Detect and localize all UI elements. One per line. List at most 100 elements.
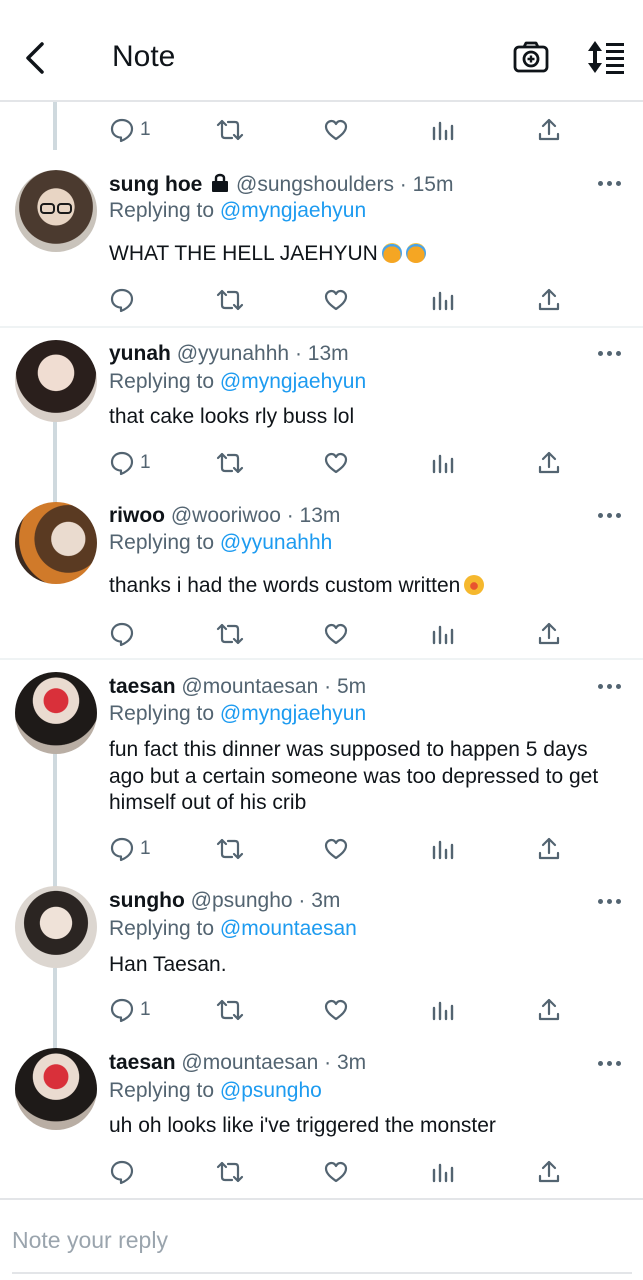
replying-to: Replying to @myngjaehyun <box>109 701 366 727</box>
display-name[interactable]: sungho <box>109 889 185 912</box>
heart-icon <box>324 452 348 474</box>
retweet-icon <box>216 452 244 474</box>
retweet-button[interactable] <box>216 283 244 317</box>
share-button[interactable] <box>537 283 561 317</box>
like-button[interactable] <box>323 993 349 1027</box>
replying-to-handle[interactable]: @yyunahhh <box>220 531 332 554</box>
avatar[interactable] <box>15 886 97 968</box>
retweet-button[interactable] <box>216 1155 244 1189</box>
like-button[interactable] <box>323 617 349 651</box>
action-bar: 1 <box>0 832 643 866</box>
replying-to: Replying to @yyunahhh <box>109 530 332 556</box>
share-icon <box>538 118 560 141</box>
timestamp: · 3m <box>298 889 341 912</box>
user-handle[interactable]: @wooriwoo <box>171 504 281 527</box>
share-button[interactable] <box>537 1155 561 1189</box>
replying-to-handle[interactable]: @mountaesan <box>220 917 357 940</box>
tweet[interactable]: taesan @mountaesan · 3m Replying to @psu… <box>0 1036 643 1196</box>
avatar[interactable] <box>15 1048 97 1130</box>
reply-button[interactable] <box>109 1155 140 1189</box>
share-button[interactable] <box>537 993 561 1027</box>
retweet-button[interactable] <box>216 113 244 147</box>
comment-icon <box>110 622 134 647</box>
bar-chart-icon <box>432 840 454 860</box>
tweet[interactable]: sungho @psungho · 3m Replying to @mounta… <box>0 874 643 1034</box>
like-button[interactable] <box>323 1155 349 1189</box>
views-button[interactable] <box>431 446 455 480</box>
like-button[interactable] <box>323 283 349 317</box>
views-button[interactable] <box>431 283 455 317</box>
action-bar <box>0 283 643 317</box>
tweet-header: taesan @mountaesan · 3m <box>109 1050 366 1076</box>
views-button[interactable] <box>431 1155 455 1189</box>
tweet[interactable]: taesan @mountaesan · 5m Replying to @myn… <box>0 660 643 872</box>
display-name[interactable]: yunah <box>109 342 171 365</box>
retweet-button[interactable] <box>216 993 244 1027</box>
sort-button[interactable] <box>584 38 628 76</box>
action-bar <box>0 1155 643 1189</box>
action-bar: 1 <box>0 446 643 480</box>
tweet[interactable]: sung hoe @sungshoulders · 15m Replying t… <box>0 160 643 326</box>
more-options-button[interactable] <box>597 1059 623 1069</box>
page-title: Note <box>112 40 176 73</box>
display-name[interactable]: taesan <box>109 1051 176 1074</box>
reply-button[interactable]: 1 <box>109 832 151 866</box>
replying-to-handle[interactable]: @myngjaehyun <box>220 370 366 393</box>
views-button[interactable] <box>431 832 455 866</box>
replying-to-handle[interactable]: @myngjaehyun <box>220 702 366 725</box>
views-button[interactable] <box>431 617 455 651</box>
avatar[interactable] <box>15 340 97 422</box>
retweet-button[interactable] <box>216 832 244 866</box>
like-button[interactable] <box>323 446 349 480</box>
replying-to-handle[interactable]: @myngjaehyun <box>220 199 366 222</box>
reply-button[interactable]: 1 <box>109 993 151 1027</box>
more-options-button[interactable] <box>597 179 623 189</box>
more-options-button[interactable] <box>597 897 623 907</box>
user-handle[interactable]: @mountaesan <box>181 675 318 698</box>
views-button[interactable] <box>431 113 455 147</box>
camera-button[interactable] <box>512 38 550 76</box>
user-handle[interactable]: @sungshoulders <box>236 173 394 196</box>
user-handle[interactable]: @psungho <box>191 889 293 912</box>
reply-count: 1 <box>140 838 151 859</box>
share-button[interactable] <box>537 832 561 866</box>
timestamp: · 5m <box>324 675 367 698</box>
replying-to-label: Replying to <box>109 370 215 393</box>
tweet[interactable]: riwoo @wooriwoo · 13m Replying to @yyuna… <box>0 490 643 658</box>
reply-button[interactable] <box>109 283 140 317</box>
reply-button[interactable]: 1 <box>109 113 151 147</box>
share-icon <box>538 1160 560 1183</box>
glasses-icon <box>40 203 72 214</box>
back-button[interactable] <box>18 38 52 78</box>
avatar[interactable] <box>15 170 97 252</box>
tweet[interactable]: yunah @yyunahhh · 13m Replying to @myngj… <box>0 328 643 488</box>
reply-button[interactable]: 1 <box>109 446 151 480</box>
share-button[interactable] <box>537 446 561 480</box>
share-button[interactable] <box>537 617 561 651</box>
bar-chart-icon <box>432 1163 454 1183</box>
views-button[interactable] <box>431 993 455 1027</box>
reply-button[interactable] <box>109 617 140 651</box>
display-name[interactable]: taesan <box>109 675 176 698</box>
share-button[interactable] <box>537 113 561 147</box>
tweet-header: taesan @mountaesan · 5m <box>109 674 366 700</box>
reply-input[interactable] <box>12 1220 612 1260</box>
avatar[interactable] <box>15 672 97 754</box>
like-button[interactable] <box>323 113 349 147</box>
user-handle[interactable]: @yyunahhh <box>177 342 289 365</box>
display-name[interactable]: riwoo <box>109 504 165 527</box>
replying-to-handle[interactable]: @psungho <box>220 1079 322 1102</box>
retweet-button[interactable] <box>216 617 244 651</box>
display-name[interactable]: sung hoe <box>109 173 202 196</box>
user-handle[interactable]: @mountaesan <box>181 1051 318 1074</box>
more-options-button[interactable] <box>597 682 623 692</box>
reply-composer <box>0 1198 643 1280</box>
lock-icon <box>212 173 229 192</box>
retweet-button[interactable] <box>216 446 244 480</box>
more-options-button[interactable] <box>597 511 623 521</box>
tweet-text: WHAT THE HELL JAEHYUN <box>109 241 609 268</box>
more-options-button[interactable] <box>597 349 623 359</box>
like-button[interactable] <box>323 832 349 866</box>
heart-icon <box>324 289 348 311</box>
avatar[interactable] <box>15 502 97 584</box>
